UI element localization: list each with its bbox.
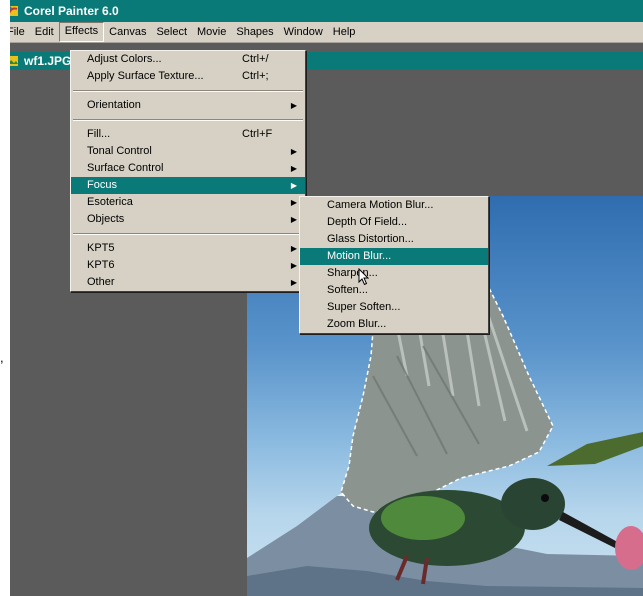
submenu-arrow-icon: ▶ (290, 244, 297, 253)
menu-item-apply-surface-texture[interactable]: Apply Surface Texture... Ctrl+; (71, 68, 305, 85)
item-label: Adjust Colors... (87, 53, 162, 65)
menu-item-camera-motion-blur[interactable]: Camera Motion Blur... (300, 197, 488, 214)
item-label: Focus (87, 179, 117, 191)
menu-item-depth-of-field[interactable]: Depth Of Field... (300, 214, 488, 231)
item-label: Objects (87, 213, 125, 225)
menu-item-motion-blur[interactable]: Motion Blur... (300, 248, 488, 265)
menu-window[interactable]: Window (279, 23, 328, 41)
corel-painter-icon (10, 6, 18, 16)
menu-item-surface-control[interactable]: Surface Control ▶ (71, 160, 305, 177)
item-label: Tonal Control (87, 145, 152, 157)
menu-item-adjust-colors[interactable]: Adjust Colors... Ctrl+/ (71, 51, 305, 68)
menu-shapes[interactable]: Shapes (231, 23, 278, 41)
shortcut: Ctrl+F (242, 128, 273, 140)
focus-submenu: Camera Motion Blur... Depth Of Field... … (299, 196, 489, 334)
menu-separator (73, 119, 303, 121)
shortcut: Ctrl+/ (242, 53, 269, 65)
stray-comma: , (0, 350, 4, 365)
menu-item-focus[interactable]: Focus ▶ (71, 177, 305, 194)
submenu-arrow-icon: ▶ (290, 198, 297, 207)
item-label: Apply Surface Texture... (87, 70, 204, 82)
item-label: Orientation (87, 99, 141, 111)
menu-effects[interactable]: Effects (58, 22, 105, 42)
shortcut: Ctrl+; (242, 70, 269, 82)
item-label: KPT5 (87, 242, 115, 254)
menu-item-sharpen[interactable]: Sharpen... (300, 265, 488, 282)
item-label: KPT6 (87, 259, 115, 271)
menu-select[interactable]: Select (151, 23, 192, 41)
menu-item-other[interactable]: Other ▶ (71, 274, 305, 291)
menu-separator (73, 90, 303, 92)
submenu-arrow-icon: ▶ (290, 215, 297, 224)
menu-movie[interactable]: Movie (192, 23, 231, 41)
submenu-arrow-icon: ▶ (290, 164, 297, 173)
item-label: Other (87, 276, 115, 288)
screen: Corel Painter 6.0 File Edit Effects Canv… (10, 0, 643, 596)
submenu-arrow-icon: ▶ (290, 261, 297, 270)
menu-item-tonal-control[interactable]: Tonal Control ▶ (71, 143, 305, 160)
menu-item-super-soften[interactable]: Super Soften... (300, 299, 488, 316)
mouse-pointer-icon (358, 268, 370, 286)
app-title-bar[interactable]: Corel Painter 6.0 (10, 0, 643, 22)
menu-item-zoom-blur[interactable]: Zoom Blur... (300, 316, 488, 333)
menu-item-soften[interactable]: Soften... (300, 282, 488, 299)
menu-canvas[interactable]: Canvas (104, 23, 151, 41)
menu-item-kpt6[interactable]: KPT6 ▶ (71, 257, 305, 274)
submenu-arrow-icon: ▶ (290, 147, 297, 156)
menu-item-kpt5[interactable]: KPT5 ▶ (71, 240, 305, 257)
item-label: Esoterica (87, 196, 133, 208)
menu-item-objects[interactable]: Objects ▶ (71, 211, 305, 228)
item-label: Fill... (87, 128, 111, 140)
menu-bar: File Edit Effects Canvas Select Movie Sh… (10, 22, 643, 43)
menu-help[interactable]: Help (328, 23, 361, 41)
menu-edit[interactable]: Edit (30, 23, 59, 41)
submenu-arrow-icon: ▶ (290, 101, 297, 110)
app-title: Corel Painter 6.0 (24, 4, 119, 18)
image-document-icon (10, 55, 18, 66)
menu-item-esoterica[interactable]: Esoterica ▶ (71, 194, 305, 211)
menu-item-orientation[interactable]: Orientation ▶ (71, 97, 305, 114)
document-title: wf1.JPG (24, 54, 72, 68)
submenu-arrow-icon: ▶ (290, 181, 297, 190)
menu-separator (73, 233, 303, 235)
menu-item-glass-distortion[interactable]: Glass Distortion... (300, 231, 488, 248)
effects-menu: Adjust Colors... Ctrl+/ Apply Surface Tex… (70, 50, 306, 292)
menu-file[interactable]: File (10, 23, 30, 41)
item-label: Surface Control (87, 162, 164, 174)
menu-item-fill[interactable]: Fill... Ctrl+F (71, 126, 305, 143)
submenu-arrow-icon: ▶ (290, 278, 297, 287)
